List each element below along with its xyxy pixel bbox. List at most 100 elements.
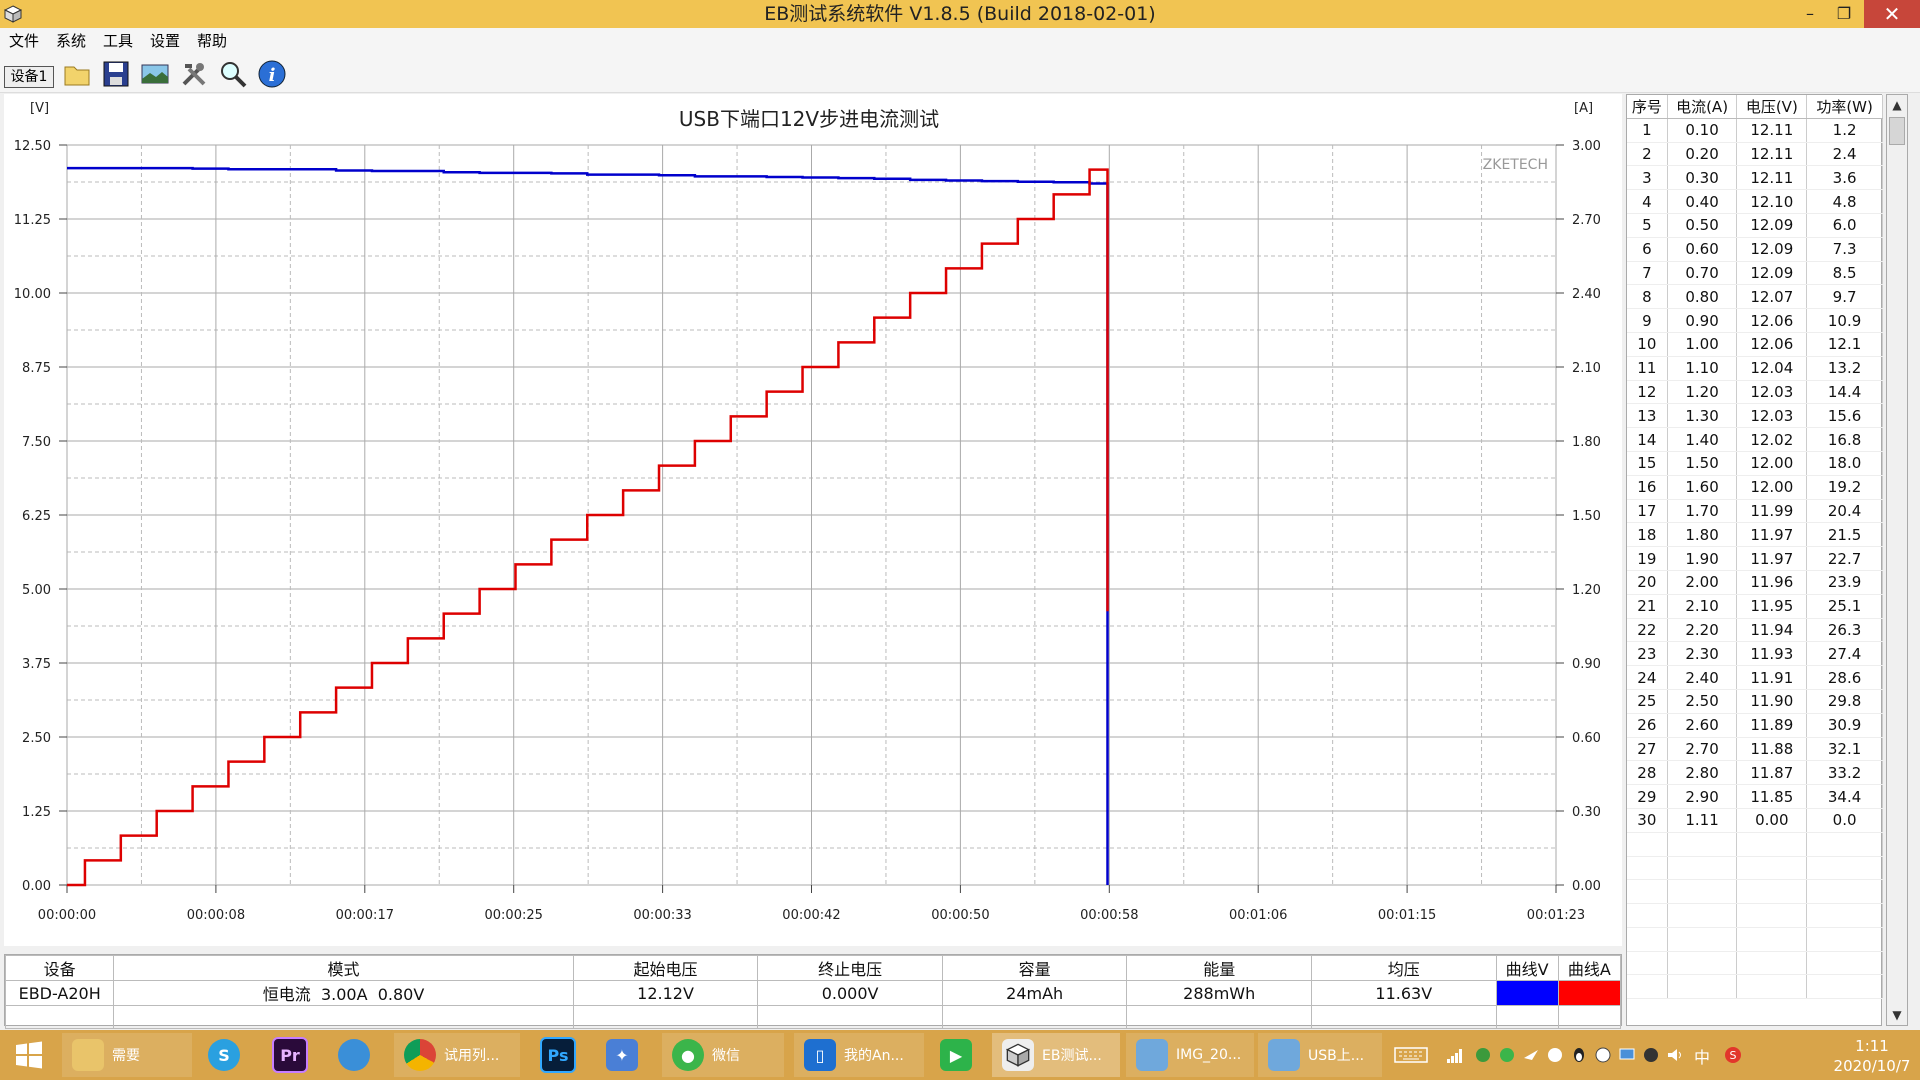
taskbar-phone[interactable]: ▯ 我的An... — [794, 1033, 924, 1077]
info-end-voltage: 0.000V — [757, 980, 943, 1006]
table-row[interactable]: 21 2.10 11.95 25.1 — [1627, 594, 1883, 619]
cell-current: 0.50 — [1667, 213, 1738, 238]
table-row[interactable]: 16 1.60 12.00 19.2 — [1627, 475, 1883, 500]
taskbar-folder[interactable]: 需要 — [62, 1033, 192, 1077]
col-header-voltage[interactable]: 电压(V) — [1736, 95, 1808, 119]
table-row[interactable]: 10 1.00 12.06 12.1 — [1627, 332, 1883, 357]
table-row[interactable]: 9 0.90 12.06 10.9 — [1627, 308, 1883, 333]
info-empty-cell — [113, 1005, 574, 1029]
cell-voltage: 12.00 — [1736, 475, 1808, 500]
taskbar-image-1[interactable]: IMG_20... — [1126, 1033, 1254, 1077]
cell-index: 13 — [1627, 403, 1668, 429]
curve-v-color-swatch[interactable] — [1495, 980, 1559, 1006]
maximize-button[interactable]: ❐ — [1822, 0, 1866, 28]
start-button[interactable] — [0, 1033, 58, 1077]
cell-current: 1.80 — [1667, 522, 1738, 548]
table-row[interactable]: 28 2.80 11.87 33.2 — [1627, 760, 1883, 786]
menu-help[interactable]: 帮助 — [197, 30, 227, 51]
cell-current: 0.10 — [1667, 118, 1738, 143]
tray-bird-icon[interactable] — [1522, 1046, 1540, 1064]
y-right-tick-label: 0.30 — [1572, 805, 1601, 820]
close-button[interactable]: ✕ — [1864, 0, 1920, 28]
table-row[interactable]: 13 1.30 12.03 15.6 — [1627, 403, 1883, 429]
table-row[interactable]: 2 0.20 12.11 2.4 — [1627, 142, 1883, 167]
curve-a-color-swatch[interactable] — [1557, 980, 1622, 1006]
table-row[interactable]: 20 2.00 11.96 23.9 — [1627, 570, 1883, 595]
save-icon[interactable] — [101, 59, 131, 89]
taskbar-eb-app[interactable]: EB测试... — [992, 1033, 1120, 1077]
table-row[interactable]: 27 2.70 11.88 32.1 — [1627, 737, 1883, 762]
taskbar-chrome[interactable]: 试用列... — [394, 1033, 520, 1077]
scroll-down-arrow-icon[interactable]: ▼ — [1887, 1005, 1907, 1025]
table-row[interactable]: 4 0.40 12.10 4.8 — [1627, 189, 1883, 214]
volume-icon[interactable] — [1666, 1046, 1684, 1064]
tools-icon[interactable] — [179, 59, 209, 89]
table-row[interactable]: 12 1.20 12.03 14.4 — [1627, 380, 1883, 405]
col-header-index[interactable]: 序号 — [1627, 95, 1668, 119]
info-icon[interactable]: i — [257, 59, 287, 89]
taskbar-browser[interactable] — [328, 1033, 384, 1077]
table-row[interactable]: 29 2.90 11.85 34.4 — [1627, 784, 1883, 809]
empty-cell — [1736, 927, 1808, 952]
empty-cell — [1806, 951, 1883, 976]
table-row[interactable]: 18 1.80 11.97 21.5 — [1627, 522, 1883, 548]
table-row[interactable]: 1 0.10 12.11 1.2 — [1627, 118, 1883, 143]
taskbar-player[interactable]: ▶ — [930, 1033, 986, 1077]
table-row[interactable]: 11 1.10 12.04 13.2 — [1627, 356, 1883, 381]
signal-icon[interactable] — [1446, 1046, 1464, 1064]
readings-scrollbar[interactable]: ▲ ▼ — [1886, 94, 1908, 1026]
table-row[interactable]: 19 1.90 11.97 22.7 — [1627, 546, 1883, 571]
table-row[interactable]: 17 1.70 11.99 20.4 — [1627, 499, 1883, 524]
keyboard-icon[interactable] — [1394, 1046, 1428, 1064]
table-row[interactable]: 23 2.30 11.93 27.4 — [1627, 641, 1883, 667]
system-clock[interactable]: 1:11 2020/10/7 — [1824, 1036, 1920, 1076]
scroll-thumb[interactable] — [1889, 117, 1905, 145]
taskbar-photoshop[interactable]: Ps — [530, 1033, 586, 1077]
tray-app-icon[interactable] — [1474, 1046, 1492, 1064]
table-row[interactable]: 15 1.50 12.00 18.0 — [1627, 451, 1883, 476]
picture-icon[interactable] — [140, 59, 170, 89]
taskbar-folder-label: 需要 — [112, 1048, 140, 1064]
table-row[interactable]: 24 2.40 11.91 28.6 — [1627, 665, 1883, 690]
cell-power: 19.2 — [1806, 475, 1883, 500]
taskbar-image-2[interactable]: USB上... — [1258, 1033, 1382, 1077]
cell-voltage: 11.99 — [1736, 499, 1808, 524]
y-right-tick-label: 0.90 — [1572, 657, 1601, 672]
col-header-current[interactable]: 电流(A) — [1667, 95, 1738, 119]
search-icon[interactable] — [218, 59, 248, 89]
open-folder-icon[interactable] — [62, 59, 92, 89]
table-row[interactable]: 25 2.50 11.90 29.8 — [1627, 689, 1883, 714]
wechat-tray-icon[interactable] — [1498, 1046, 1516, 1064]
table-row[interactable]: 30 1.11 0.00 0.0 — [1627, 808, 1883, 833]
ime-indicator[interactable]: 中 — [1694, 1044, 1716, 1067]
table-row[interactable]: 8 0.80 12.07 9.7 — [1627, 284, 1883, 310]
qq-icon[interactable] — [1570, 1046, 1588, 1064]
menu-tools[interactable]: 工具 — [103, 30, 133, 51]
taskbar-wechat[interactable]: ● 微信 — [662, 1033, 784, 1077]
tray-cloud-icon[interactable] — [1546, 1046, 1564, 1064]
table-row[interactable]: 5 0.50 12.09 6.0 — [1627, 213, 1883, 238]
taskbar-skype[interactable]: S — [198, 1033, 254, 1077]
info-empty-cell — [4, 1005, 115, 1029]
tray-baidu-icon[interactable] — [1642, 1046, 1660, 1064]
device-tab[interactable]: 设备1 — [4, 66, 54, 88]
table-row[interactable]: 3 0.30 12.11 3.6 — [1627, 165, 1883, 191]
network-icon[interactable] — [1618, 1046, 1636, 1064]
tray-update-icon[interactable] — [1594, 1046, 1612, 1064]
table-row[interactable]: 7 0.70 12.09 8.5 — [1627, 261, 1883, 286]
cell-current: 2.20 — [1667, 618, 1738, 643]
menu-file[interactable]: 文件 — [9, 30, 39, 51]
cell-index: 8 — [1627, 284, 1668, 310]
taskbar-premiere[interactable]: Pr — [262, 1033, 318, 1077]
table-row[interactable]: 6 0.60 12.09 7.3 — [1627, 237, 1883, 262]
taskbar-bird-app[interactable]: ✦ — [596, 1033, 652, 1077]
table-row[interactable]: 14 1.40 12.02 16.8 — [1627, 427, 1883, 452]
menu-system[interactable]: 系统 — [56, 30, 86, 51]
sogou-icon[interactable]: S — [1724, 1046, 1742, 1064]
scroll-up-arrow-icon[interactable]: ▲ — [1887, 95, 1907, 115]
table-row[interactable]: 26 2.60 11.89 30.9 — [1627, 713, 1883, 738]
menu-settings[interactable]: 设置 — [150, 30, 180, 51]
col-header-power[interactable]: 功率(W) — [1806, 95, 1883, 119]
table-row[interactable]: 22 2.20 11.94 26.3 — [1627, 618, 1883, 643]
image-icon — [1136, 1039, 1168, 1071]
